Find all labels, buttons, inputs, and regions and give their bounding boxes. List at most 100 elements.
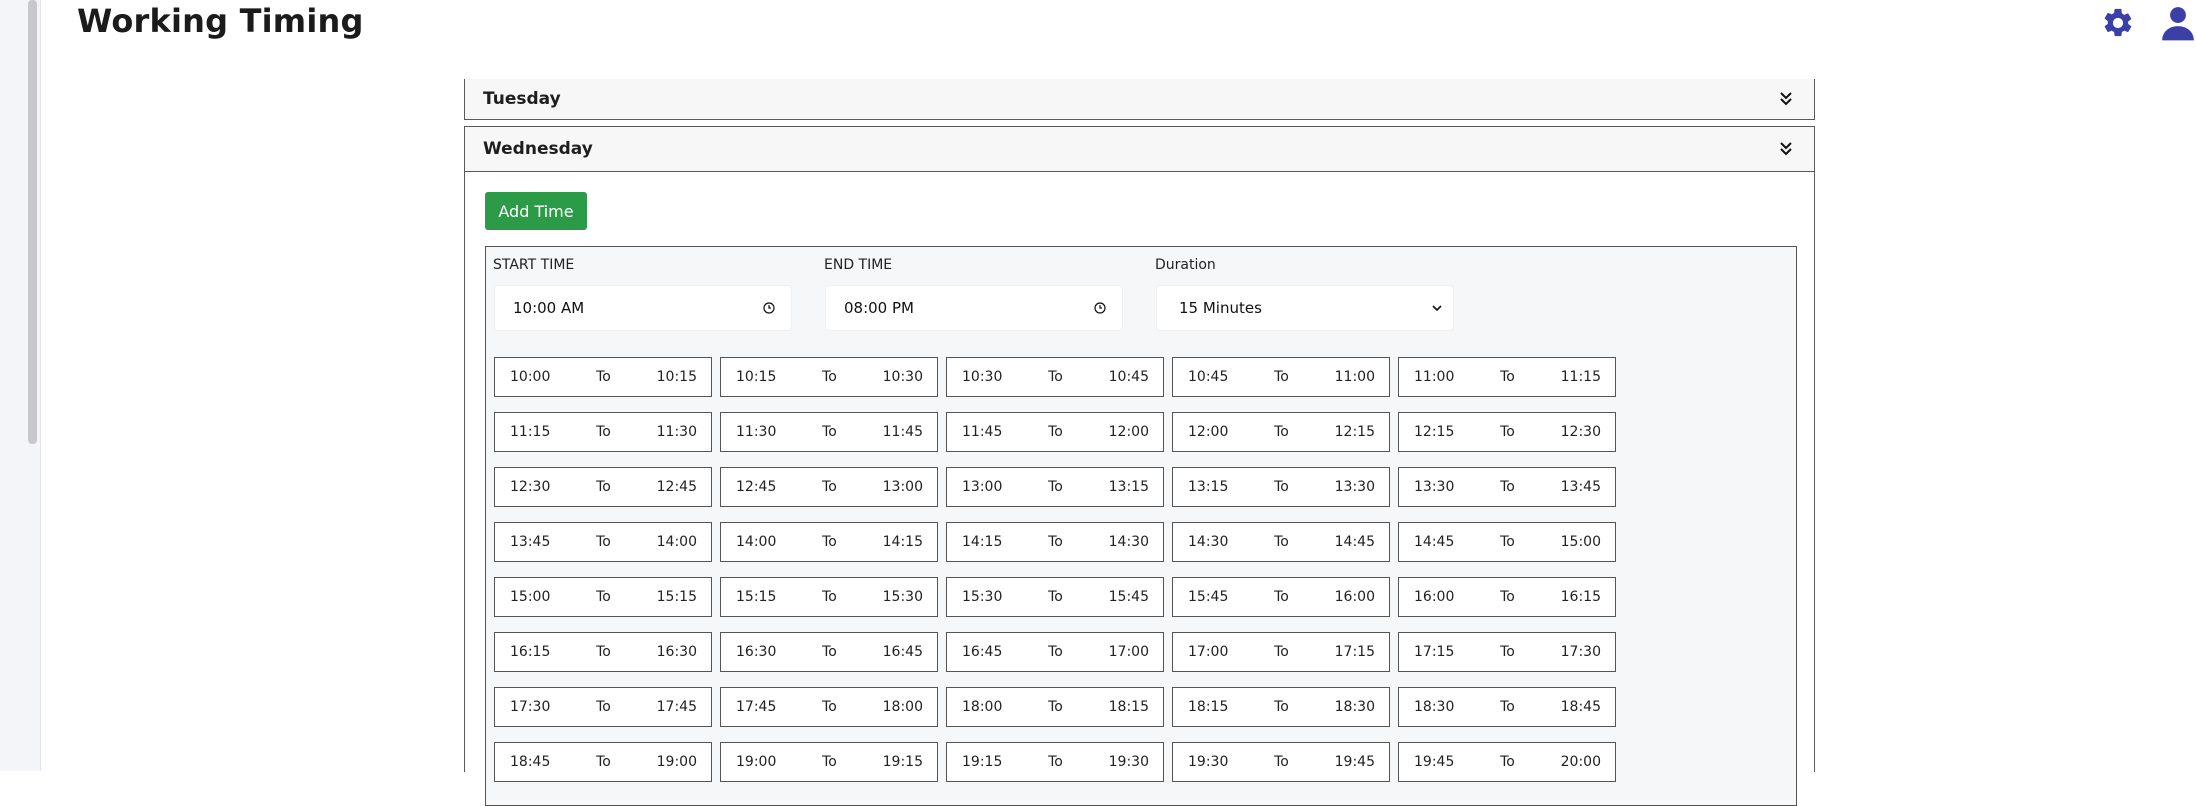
slot-start-time: 13:45: [510, 534, 551, 550]
slot-end-time: 13:30: [1334, 479, 1375, 495]
time-slot[interactable]: 18:00 To 18:15: [946, 687, 1164, 727]
slot-end-time: 17:30: [1560, 644, 1601, 660]
time-slot[interactable]: 15:30 To 15:45: [946, 577, 1164, 617]
time-slot[interactable]: 15:15 To 15:30: [720, 577, 938, 617]
slot-separator: To: [596, 424, 611, 440]
time-slot[interactable]: 16:15 To 16:30: [494, 632, 712, 672]
time-slot[interactable]: 11:15 To 11:30: [494, 412, 712, 452]
time-slot[interactable]: 16:45 To 17:00: [946, 632, 1164, 672]
slot-start-time: 13:00: [962, 479, 1003, 495]
slot-start-time: 12:45: [736, 479, 777, 495]
slot-separator: To: [1500, 644, 1515, 660]
add-time-button[interactable]: Add Time: [485, 192, 587, 230]
slot-separator: To: [1500, 589, 1515, 605]
slot-separator: To: [596, 369, 611, 385]
time-slot[interactable]: 19:45 To 20:00: [1398, 742, 1616, 782]
time-slot[interactable]: 12:45 To 13:00: [720, 467, 938, 507]
end-time-input[interactable]: 08:00 PM: [825, 285, 1123, 331]
day-header-wednesday[interactable]: Wednesday: [464, 126, 1815, 172]
time-slot[interactable]: 17:45 To 18:00: [720, 687, 938, 727]
slot-start-time: 17:30: [510, 699, 551, 715]
slot-end-time: 16:15: [1560, 589, 1601, 605]
time-slot[interactable]: 10:15 To 10:30: [720, 357, 938, 397]
slot-start-time: 10:30: [962, 369, 1003, 385]
slot-start-time: 18:30: [1414, 699, 1455, 715]
slot-end-time: 12:30: [1560, 424, 1601, 440]
slot-separator: To: [596, 589, 611, 605]
slot-start-time: 16:30: [736, 644, 777, 660]
slot-start-time: 10:15: [736, 369, 777, 385]
slot-end-time: 10:45: [1108, 369, 1149, 385]
slot-start-time: 14:45: [1414, 534, 1455, 550]
slot-separator: To: [596, 644, 611, 660]
double-chevron-down-icon: [1780, 92, 1792, 106]
start-time-label: START TIME: [493, 257, 575, 273]
slot-end-time: 11:15: [1560, 369, 1601, 385]
time-slot[interactable]: 14:15 To 14:30: [946, 522, 1164, 562]
time-slot[interactable]: 13:30 To 13:45: [1398, 467, 1616, 507]
time-slot[interactable]: 12:00 To 12:15: [1172, 412, 1390, 452]
time-slot[interactable]: 18:15 To 18:30: [1172, 687, 1390, 727]
slot-end-time: 16:45: [882, 644, 923, 660]
time-slot[interactable]: 16:30 To 16:45: [720, 632, 938, 672]
day-header-tuesday[interactable]: Tuesday: [464, 79, 1815, 120]
user-icon[interactable]: [2159, 4, 2196, 42]
start-time-input[interactable]: 10:00 AM: [494, 285, 792, 331]
time-slot[interactable]: 14:30 To 14:45: [1172, 522, 1390, 562]
time-slot[interactable]: 12:30 To 12:45: [494, 467, 712, 507]
time-slot[interactable]: 15:00 To 15:15: [494, 577, 712, 617]
duration-select[interactable]: 15 Minutes: [1156, 285, 1454, 331]
time-slot[interactable]: 18:30 To 18:45: [1398, 687, 1616, 727]
time-slot[interactable]: 17:15 To 17:30: [1398, 632, 1616, 672]
slot-start-time: 17:00: [1188, 644, 1229, 660]
time-slot[interactable]: 14:00 To 14:15: [720, 522, 938, 562]
time-slot[interactable]: 10:30 To 10:45: [946, 357, 1164, 397]
slot-start-time: 11:00: [1414, 369, 1455, 385]
time-slot[interactable]: 10:00 To 10:15: [494, 357, 712, 397]
slot-end-time: 12:00: [1108, 424, 1149, 440]
slot-start-time: 18:45: [510, 754, 551, 770]
slot-end-time: 13:15: [1108, 479, 1149, 495]
slot-end-time: 15:15: [656, 589, 697, 605]
time-slot[interactable]: 14:45 To 15:00: [1398, 522, 1616, 562]
time-slot[interactable]: 16:00 To 16:15: [1398, 577, 1616, 617]
time-slot[interactable]: 15:45 To 16:00: [1172, 577, 1390, 617]
time-slot[interactable]: 17:30 To 17:45: [494, 687, 712, 727]
slot-end-time: 19:45: [1334, 754, 1375, 770]
day-body-wednesday: Add Time START TIME 10:00 AM END TIME 08…: [464, 172, 1815, 806]
time-slot[interactable]: 17:00 To 17:15: [1172, 632, 1390, 672]
slot-separator: To: [1500, 369, 1515, 385]
time-slot[interactable]: 11:45 To 12:00: [946, 412, 1164, 452]
slot-end-time: 16:30: [656, 644, 697, 660]
time-slot[interactable]: 12:15 To 12:30: [1398, 412, 1616, 452]
slot-separator: To: [822, 699, 837, 715]
slot-end-time: 18:15: [1108, 699, 1149, 715]
slot-end-time: 17:45: [656, 699, 697, 715]
time-slot[interactable]: 19:15 To 19:30: [946, 742, 1164, 782]
slot-separator: To: [1500, 754, 1515, 770]
slot-end-time: 16:00: [1334, 589, 1375, 605]
time-slot[interactable]: 19:30 To 19:45: [1172, 742, 1390, 782]
slot-start-time: 16:00: [1414, 589, 1455, 605]
time-slot[interactable]: 11:30 To 11:45: [720, 412, 938, 452]
slot-start-time: 15:00: [510, 589, 551, 605]
slot-separator: To: [1274, 479, 1289, 495]
slot-end-time: 17:15: [1334, 644, 1375, 660]
time-slot[interactable]: 10:45 To 11:00: [1172, 357, 1390, 397]
slot-end-time: 15:30: [882, 589, 923, 605]
time-slot[interactable]: 19:00 To 19:15: [720, 742, 938, 782]
time-slot[interactable]: 13:15 To 13:30: [1172, 467, 1390, 507]
slot-start-time: 17:15: [1414, 644, 1455, 660]
gear-icon[interactable]: [2101, 6, 2135, 40]
time-slot[interactable]: 13:00 To 13:15: [946, 467, 1164, 507]
scrollbar-thumb[interactable]: [28, 0, 37, 444]
slot-end-time: 10:15: [656, 369, 697, 385]
slot-start-time: 16:15: [510, 644, 551, 660]
slot-separator: To: [1048, 424, 1063, 440]
slot-separator: To: [822, 754, 837, 770]
slot-separator: To: [596, 699, 611, 715]
slot-start-time: 19:30: [1188, 754, 1229, 770]
time-slot[interactable]: 13:45 To 14:00: [494, 522, 712, 562]
time-slot[interactable]: 11:00 To 11:15: [1398, 357, 1616, 397]
time-slot[interactable]: 18:45 To 19:00: [494, 742, 712, 782]
